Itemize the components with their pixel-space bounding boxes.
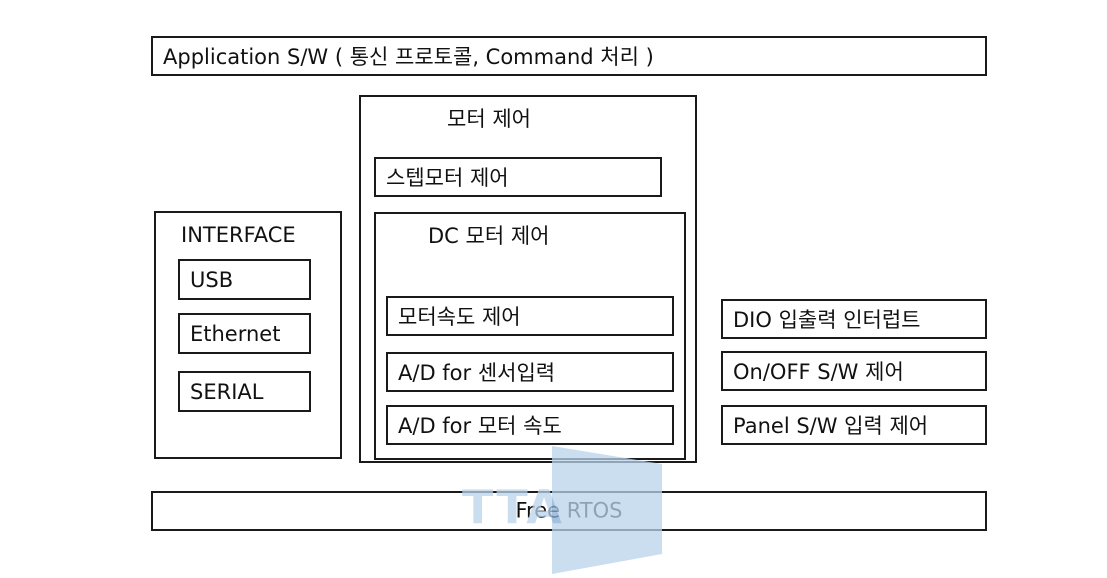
dc-motor-item-ad-sensor: A/D for 센서입력 bbox=[386, 352, 674, 392]
dc-motor-item-ad-motor-speed: A/D for 모터 속도 bbox=[386, 405, 674, 445]
dc-motor-title: DC 모터 제어 bbox=[428, 224, 550, 248]
stepper-motor-label: 스텝모터 제어 bbox=[386, 166, 509, 190]
interface-item-ethernet: Ethernet bbox=[178, 313, 311, 354]
dc-motor-group: DC 모터 제어 모터속도 제어 A/D for 센서입력 A/D for 모터… bbox=[374, 212, 686, 460]
application-layer-box: Application S/W ( 통신 프로토콜, Command 처리 ) bbox=[151, 36, 987, 76]
io-block-panel-switch: Panel S/W 입력 제어 bbox=[721, 405, 987, 445]
rtos-layer-label: Free RTOS bbox=[515, 498, 623, 523]
motor-control-group: 모터 제어 스텝모터 제어 DC 모터 제어 모터속도 제어 A/D for 센… bbox=[359, 95, 697, 463]
stepper-motor-box: 스텝모터 제어 bbox=[374, 157, 662, 197]
interface-title: INTERFACE bbox=[181, 223, 296, 247]
interface-item-label: USB bbox=[190, 267, 234, 292]
dc-motor-item-label: A/D for 센서입력 bbox=[398, 361, 556, 385]
interface-item-usb: USB bbox=[178, 259, 311, 300]
dc-motor-item-label: 모터속도 제어 bbox=[398, 305, 521, 329]
dc-motor-item-label: A/D for 모터 속도 bbox=[398, 414, 562, 438]
io-block-onoff-switch: On/OFF S/W 제어 bbox=[721, 351, 987, 391]
io-block-label: On/OFF S/W 제어 bbox=[733, 360, 904, 384]
interface-item-label: Ethernet bbox=[190, 321, 281, 346]
rtos-layer-box: Free RTOS bbox=[151, 491, 987, 531]
io-block-dio-interrupt: DIO 입출력 인터럽트 bbox=[721, 299, 987, 339]
interface-group: INTERFACE USB Ethernet SERIAL bbox=[154, 211, 342, 459]
io-block-label: DIO 입출력 인터럽트 bbox=[733, 308, 921, 332]
interface-item-serial: SERIAL bbox=[178, 371, 311, 412]
io-block-label: Panel S/W 입력 제어 bbox=[733, 414, 929, 438]
motor-control-title: 모터 제어 bbox=[447, 107, 531, 131]
application-layer-label: Application S/W ( 통신 프로토콜, Command 처리 ) bbox=[163, 45, 654, 69]
interface-item-label: SERIAL bbox=[190, 379, 264, 404]
dc-motor-item-speed-control: 모터속도 제어 bbox=[386, 296, 674, 336]
